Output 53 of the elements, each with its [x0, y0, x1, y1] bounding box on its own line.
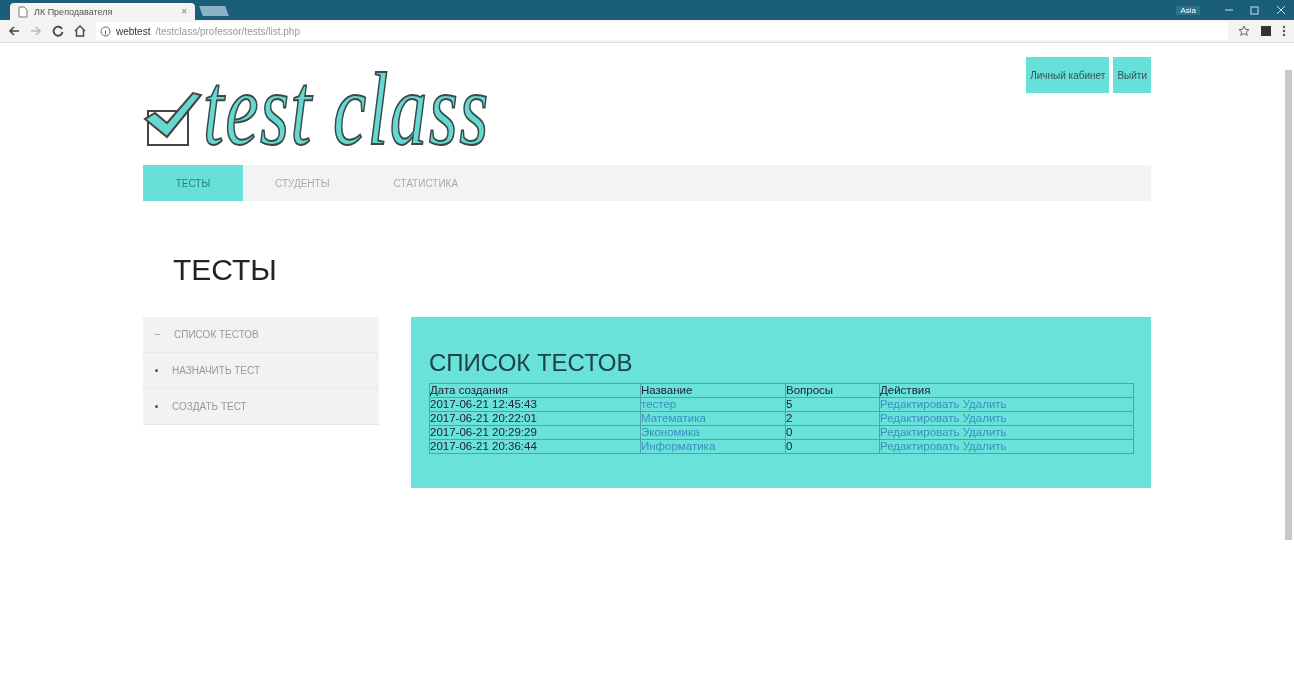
action-link[interactable]: Редактировать — [880, 398, 960, 410]
menu-icon[interactable] — [1282, 25, 1286, 37]
new-tab-button[interactable] — [199, 6, 229, 16]
close-tab-button[interactable]: × — [181, 6, 187, 17]
action-link[interactable]: Редактировать — [880, 426, 960, 438]
table-cell: 0 — [785, 425, 880, 440]
column-header: Дата создания — [429, 383, 641, 398]
page-icon — [18, 5, 28, 18]
logo[interactable]: test class — [203, 57, 490, 161]
page-title: ТЕСТЫ — [173, 253, 278, 287]
action-link[interactable]: Редактировать — [880, 412, 960, 424]
table-cell: 2017-06-21 20:22:01 — [429, 411, 641, 426]
restore-icon[interactable] — [1250, 5, 1260, 15]
panel-title: СПИСОК ТЕСТОВ — [429, 349, 634, 377]
reload-icon[interactable] — [52, 25, 64, 37]
extension-icon[interactable] — [1260, 25, 1272, 37]
sidebar-item[interactable]: НАЗНАЧИТЬ ТЕСТ — [143, 353, 379, 389]
column-header: Вопросы — [785, 383, 880, 398]
sidebar-item[interactable]: СОЗДАТЬ ТЕСТ — [143, 389, 379, 425]
action-link[interactable]: Удалить — [962, 426, 1007, 438]
action-link[interactable]: Редактировать — [880, 440, 960, 452]
browser-tab[interactable]: ЛК Преподавателя × — [10, 3, 195, 20]
table-cell: 2017-06-21 12:45:43 — [429, 397, 641, 412]
star-icon[interactable] — [1238, 25, 1250, 37]
tab-title: ЛК Преподавателя — [34, 6, 114, 17]
table-cell: 2017-06-21 20:36:44 — [429, 439, 641, 454]
action-link[interactable]: Удалить — [962, 398, 1007, 410]
table-cell: 5 — [785, 397, 880, 412]
sidebar-link[interactable]: СПИСОК ТЕСТОВ — [174, 329, 259, 340]
address-field[interactable]: webtest /testclass/professor/tests/list.php — [96, 22, 1228, 40]
nav-tab[interactable]: СТУДЕНТЫ — [243, 165, 362, 201]
table-cell: 0 — [785, 439, 880, 454]
header-button[interactable]: Выйти — [1113, 57, 1151, 93]
info-icon — [100, 25, 111, 37]
action-link[interactable]: Удалить — [962, 412, 1007, 424]
action-link[interactable]: Удалить — [962, 440, 1007, 452]
sidebar-item[interactable]: СПИСОК ТЕСТОВ — [143, 317, 379, 353]
table-cell: 2017-06-21 20:29:29 — [429, 425, 641, 440]
home-icon[interactable] — [74, 25, 86, 37]
nav-tab[interactable]: СТАТИСТИКА — [361, 165, 491, 201]
sidebar-link[interactable]: НАЗНАЧИТЬ ТЕСТ — [172, 365, 260, 376]
table-cell: 2 — [785, 411, 880, 426]
column-header: Действия — [879, 383, 1134, 398]
back-icon[interactable] — [8, 25, 20, 37]
header-button[interactable]: Личный кабинет — [1026, 57, 1110, 93]
test-link[interactable]: тестер — [641, 398, 677, 410]
nav-tab[interactable]: ТЕСТЫ — [143, 165, 243, 201]
profile-badge[interactable]: Asia — [1176, 5, 1200, 15]
sidebar-link[interactable]: СОЗДАТЬ ТЕСТ — [172, 401, 247, 412]
scrollbar[interactable] — [1285, 70, 1292, 540]
checkbox-logo-icon — [143, 89, 203, 147]
column-header: Название — [640, 383, 786, 398]
close-icon[interactable] — [1276, 5, 1286, 15]
